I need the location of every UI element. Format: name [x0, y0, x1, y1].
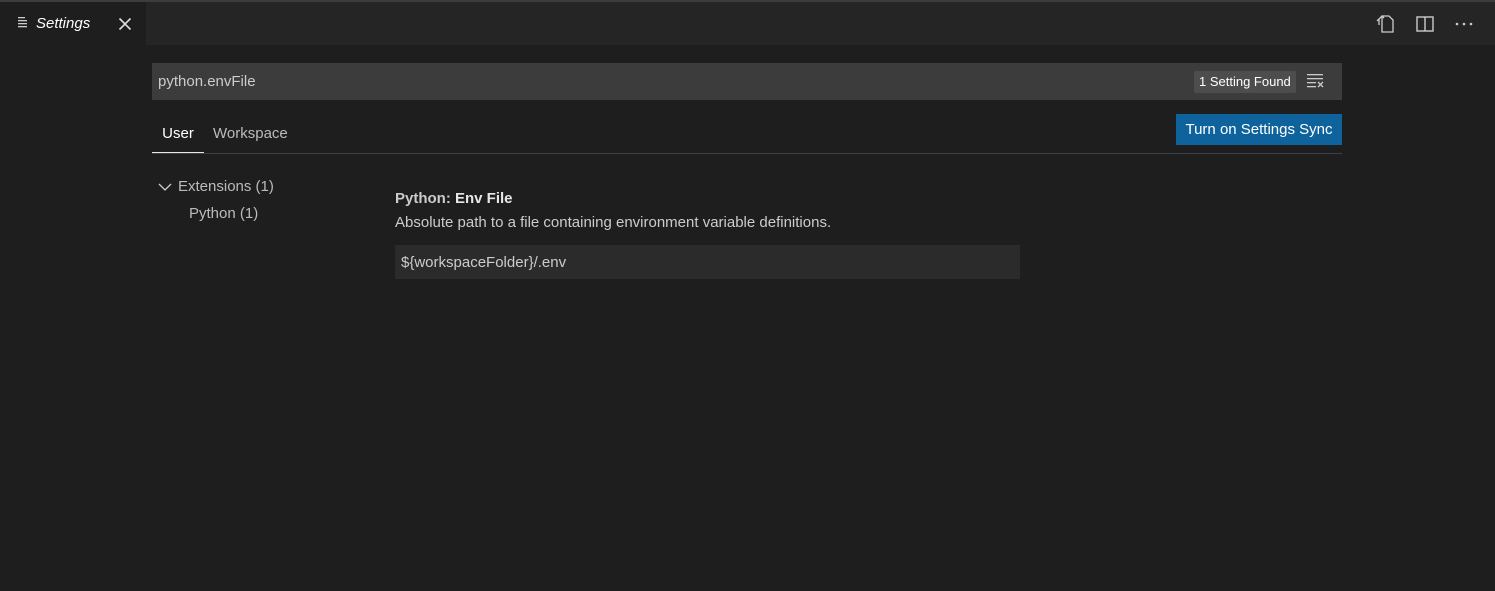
toc-item-label: Python (1) [189, 205, 259, 222]
setting-name: Env File [455, 190, 513, 207]
toc-item-python[interactable]: Python (1) [157, 203, 274, 225]
settings-search-box: 1 Setting Found [152, 63, 1342, 100]
search-input[interactable] [152, 63, 1182, 100]
settings-toc: Extensions (1) Python (1) [157, 176, 274, 225]
more-actions-icon[interactable] [1453, 13, 1475, 35]
tab-settings[interactable]: Settings [0, 2, 146, 45]
tab-label: Settings [36, 15, 91, 32]
turn-on-settings-sync-button[interactable]: Turn on Settings Sync [1176, 114, 1342, 145]
toc-item-label: Extensions (1) [178, 178, 274, 195]
split-editor-icon[interactable] [1414, 13, 1436, 35]
env-file-input[interactable] [395, 245, 1020, 279]
toc-item-extensions[interactable]: Extensions (1) [157, 176, 274, 198]
editor-tab-bar: Settings [0, 0, 1495, 45]
settings-list-icon [18, 17, 27, 28]
setting-item-python-env-file: Python: Env File Absolute path to a file… [395, 188, 1020, 279]
settings-scope-tabs: User Workspace [152, 112, 1342, 154]
chevron-down-icon [158, 183, 172, 191]
result-count-badge: 1 Setting Found [1194, 71, 1296, 93]
tab-user[interactable]: User [152, 112, 204, 153]
open-settings-json-icon[interactable] [1374, 13, 1396, 35]
setting-title: Python: Env File [395, 188, 1020, 210]
close-icon[interactable] [116, 15, 134, 33]
setting-description: Absolute path to a file containing envir… [395, 214, 832, 231]
clear-filter-icon[interactable] [1306, 72, 1326, 90]
tab-workspace[interactable]: Workspace [213, 112, 288, 153]
setting-category: Python: [395, 190, 455, 207]
